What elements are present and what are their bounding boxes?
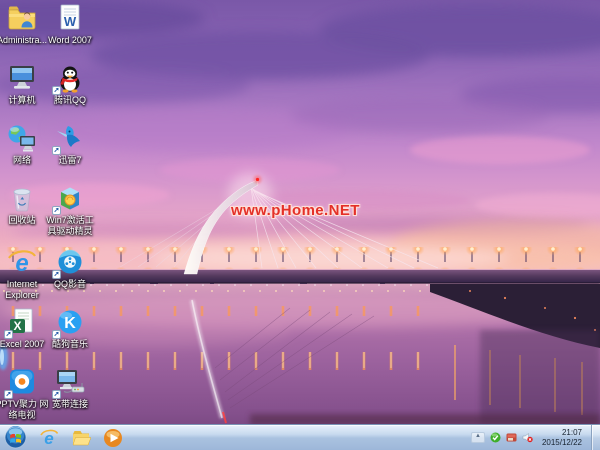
show-hidden-icons-button[interactable]: ▲ xyxy=(471,432,485,443)
svg-text:e: e xyxy=(15,250,28,277)
shortcut-arrow-icon: ➚ xyxy=(4,390,13,399)
recycle-bin-icon xyxy=(6,183,38,213)
desktop-icon-word-2007[interactable]: W Word 2007 xyxy=(42,3,98,46)
system-tray: ▲ 21:07 2015/12/22 xyxy=(471,425,600,450)
clock-time: 21:07 xyxy=(542,428,582,438)
watermark-text: www.pHome.NET xyxy=(231,202,360,219)
tray-green-check-icon[interactable] xyxy=(490,432,501,443)
shortcut-arrow-icon: ➚ xyxy=(52,86,61,95)
show-desktop-button[interactable] xyxy=(591,425,600,450)
icon-label: QQ影音 xyxy=(42,279,98,290)
icon-label: 酷狗音乐 xyxy=(42,339,98,350)
desktop-icon-tencent-qq[interactable]: ➚ 腾讯QQ xyxy=(42,63,98,106)
computer-monitor-icon xyxy=(6,63,38,93)
icon-label: 宽带连接 xyxy=(42,399,98,410)
shortcut-arrow-icon: ➚ xyxy=(52,206,61,215)
taskbar-media-player-button[interactable] xyxy=(102,427,123,448)
taskbar-clock[interactable]: 21:07 2015/12/22 xyxy=(542,428,582,447)
desktop-icon-xunlei[interactable]: ➚ 迅雷7 xyxy=(42,123,98,166)
taskbar-ie-button[interactable]: e xyxy=(38,427,59,448)
svg-text:K: K xyxy=(64,315,76,332)
desktop-icon-win7-activation-tool[interactable]: ➚ Win7激活工 具驱动精灵 xyxy=(42,183,98,237)
clock-date: 2015/12/22 xyxy=(542,438,582,448)
icon-label: 腾讯QQ xyxy=(42,95,98,106)
desktop-icon-kugou-music[interactable]: K ➚ 酷狗音乐 xyxy=(42,307,98,350)
shortcut-arrow-icon: ➚ xyxy=(52,146,61,155)
svg-text:X: X xyxy=(13,319,21,333)
taskbar: e ▲ xyxy=(0,424,600,450)
svg-text:W: W xyxy=(64,14,77,29)
taskbar-explorer-button[interactable] xyxy=(70,427,91,448)
start-button[interactable] xyxy=(4,426,27,449)
user-folder-icon xyxy=(6,3,38,33)
icon-label: Word 2007 xyxy=(42,35,98,46)
word-document-icon: W xyxy=(54,3,86,33)
desktop-icon-qq-player[interactable]: ➚ QQ影音 xyxy=(42,247,98,290)
icon-label: 迅雷7 xyxy=(42,155,98,166)
windows7-desktop: www.pHome.NET Administra... W Word 2007 xyxy=(0,0,600,450)
tray-volume-muted-icon[interactable] xyxy=(522,432,533,443)
shortcut-arrow-icon: ➚ xyxy=(52,270,61,279)
icon-label: Win7激活工 具驱动精灵 xyxy=(42,215,98,237)
shortcut-arrow-icon: ➚ xyxy=(52,330,61,339)
desktop-icon-broadband[interactable]: ➚ 宽带连接 xyxy=(42,367,98,410)
ie-icon: e xyxy=(6,247,38,277)
network-globe-icon xyxy=(6,123,38,153)
shortcut-arrow-icon: ➚ xyxy=(52,390,61,399)
shortcut-arrow-icon: ➚ xyxy=(4,330,13,339)
tray-red-device-icon[interactable] xyxy=(506,432,517,443)
